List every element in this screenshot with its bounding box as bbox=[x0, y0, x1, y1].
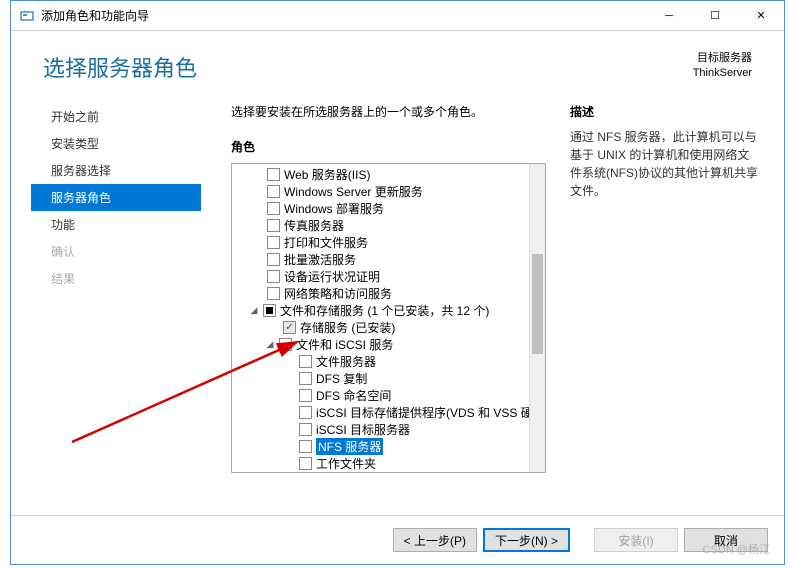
collapse-icon[interactable]: ◢ bbox=[264, 339, 276, 350]
target-label: 目标服务器 bbox=[693, 51, 752, 66]
roles-column: 选择要安装在所选服务器上的一个或多个角色。 角色 Web 服务器(IIS) Wi… bbox=[231, 103, 546, 515]
footer: < 上一步(P) 下一步(N) > 安装(I) 取消 bbox=[11, 515, 784, 564]
tree-row-dfs-ns[interactable]: DFS 命名空间 bbox=[234, 387, 527, 404]
prev-button[interactable]: < 上一步(P) bbox=[393, 528, 477, 552]
checkbox[interactable] bbox=[267, 236, 280, 249]
checkbox[interactable] bbox=[299, 406, 312, 419]
roles-heading: 角色 bbox=[231, 138, 546, 155]
tree-row-volume-activation[interactable]: 批量激活服务 bbox=[234, 251, 527, 268]
checkbox[interactable] bbox=[299, 457, 312, 470]
checkbox[interactable] bbox=[267, 287, 280, 300]
target-value: ThinkServer bbox=[693, 66, 752, 81]
tree-row-file-server[interactable]: 文件服务器 bbox=[234, 353, 527, 370]
tree-row-print[interactable]: 打印和文件服务 bbox=[234, 234, 527, 251]
checkbox[interactable] bbox=[267, 219, 280, 232]
checkbox[interactable] bbox=[299, 440, 312, 453]
tree-row-file-storage[interactable]: ◢文件和存储服务 (1 个已安装，共 12 个) bbox=[234, 302, 527, 319]
wizard-steps: 开始之前 安装类型 服务器选择 服务器角色 功能 确认 结果 bbox=[31, 95, 201, 515]
desc-text: 通过 NFS 服务器，此计算机可以与基于 UNIX 的计算机和使用网络文件系统(… bbox=[570, 128, 760, 200]
scrollbar[interactable] bbox=[529, 164, 545, 472]
step-results: 结果 bbox=[31, 265, 201, 292]
tree-row-fax[interactable]: 传真服务器 bbox=[234, 217, 527, 234]
install-button: 安装(I) bbox=[594, 528, 678, 552]
checkbox[interactable] bbox=[267, 185, 280, 198]
maximize-button[interactable]: ☐ bbox=[692, 1, 738, 30]
wizard-window: 添加角色和功能向导 ─ ☐ ✕ 选择服务器角色 目标服务器 ThinkServe… bbox=[10, 0, 785, 565]
tree-row-wds[interactable]: Windows 部署服务 bbox=[234, 200, 527, 217]
checkbox[interactable] bbox=[279, 338, 292, 351]
checkbox[interactable] bbox=[263, 304, 276, 317]
step-server-roles[interactable]: 服务器角色 bbox=[31, 184, 201, 211]
target-server-info: 目标服务器 ThinkServer bbox=[693, 51, 752, 82]
checkbox[interactable] bbox=[267, 270, 280, 283]
tree-row-web[interactable]: Web 服务器(IIS) bbox=[234, 166, 527, 183]
tree-viewport: Web 服务器(IIS) Windows Server 更新服务 Windows… bbox=[232, 164, 529, 472]
roles-tree: Web 服务器(IIS) Windows Server 更新服务 Windows… bbox=[231, 163, 546, 473]
instruction-text: 选择要安装在所选服务器上的一个或多个角色。 bbox=[231, 103, 546, 120]
checkbox[interactable] bbox=[267, 253, 280, 266]
tree-row-wsus[interactable]: Windows Server 更新服务 bbox=[234, 183, 527, 200]
step-before-begin[interactable]: 开始之前 bbox=[31, 103, 201, 130]
step-server-select[interactable]: 服务器选择 bbox=[31, 157, 201, 184]
tree-row-dfs-rep[interactable]: DFS 复制 bbox=[234, 370, 527, 387]
checkbox[interactable] bbox=[267, 202, 280, 215]
scrollbar-thumb[interactable] bbox=[532, 254, 543, 354]
checkbox bbox=[283, 321, 296, 334]
tree-row-iscsi-provider[interactable]: iSCSI 目标存储提供程序(VDS 和 VSS 硬件) bbox=[234, 404, 527, 421]
checkbox[interactable] bbox=[299, 372, 312, 385]
step-features[interactable]: 功能 bbox=[31, 211, 201, 238]
app-icon bbox=[19, 8, 35, 24]
header-area: 选择服务器角色 目标服务器 ThinkServer bbox=[11, 31, 784, 95]
window-title: 添加角色和功能向导 bbox=[41, 7, 646, 24]
tree-row-storage-svc[interactable]: 存储服务 (已安装) bbox=[234, 319, 527, 336]
content-area: 选择要安装在所选服务器上的一个或多个角色。 角色 Web 服务器(IIS) Wi… bbox=[201, 95, 784, 515]
next-button[interactable]: 下一步(N) > bbox=[483, 528, 570, 552]
step-install-type[interactable]: 安装类型 bbox=[31, 130, 201, 157]
description-column: 描述 通过 NFS 服务器，此计算机可以与基于 UNIX 的计算机和使用网络文件… bbox=[570, 103, 760, 515]
window-controls: ─ ☐ ✕ bbox=[646, 1, 784, 30]
tree-row-iscsi-target[interactable]: iSCSI 目标服务器 bbox=[234, 421, 527, 438]
tree-row-nps[interactable]: 网络策略和访问服务 bbox=[234, 285, 527, 302]
cancel-button[interactable]: 取消 bbox=[684, 528, 768, 552]
checkbox[interactable] bbox=[299, 355, 312, 368]
minimize-button[interactable]: ─ bbox=[646, 1, 692, 30]
tree-row-nfs-server[interactable]: NFS 服务器 bbox=[234, 438, 527, 455]
collapse-icon[interactable]: ◢ bbox=[248, 305, 260, 316]
main-area: 开始之前 安装类型 服务器选择 服务器角色 功能 确认 结果 选择要安装在所选服… bbox=[11, 95, 784, 515]
checkbox[interactable] bbox=[267, 168, 280, 181]
close-button[interactable]: ✕ bbox=[738, 1, 784, 30]
page-title: 选择服务器角色 bbox=[43, 51, 197, 83]
tree-row-file-iscsi[interactable]: ◢文件和 iSCSI 服务 bbox=[234, 336, 527, 353]
checkbox[interactable] bbox=[299, 389, 312, 402]
titlebar: 添加角色和功能向导 ─ ☐ ✕ bbox=[11, 1, 784, 31]
tree-row-health[interactable]: 设备运行状况证明 bbox=[234, 268, 527, 285]
desc-heading: 描述 bbox=[570, 103, 760, 120]
checkbox[interactable] bbox=[299, 423, 312, 436]
tree-row-work-folders[interactable]: 工作文件夹 bbox=[234, 455, 527, 472]
step-confirm: 确认 bbox=[31, 238, 201, 265]
